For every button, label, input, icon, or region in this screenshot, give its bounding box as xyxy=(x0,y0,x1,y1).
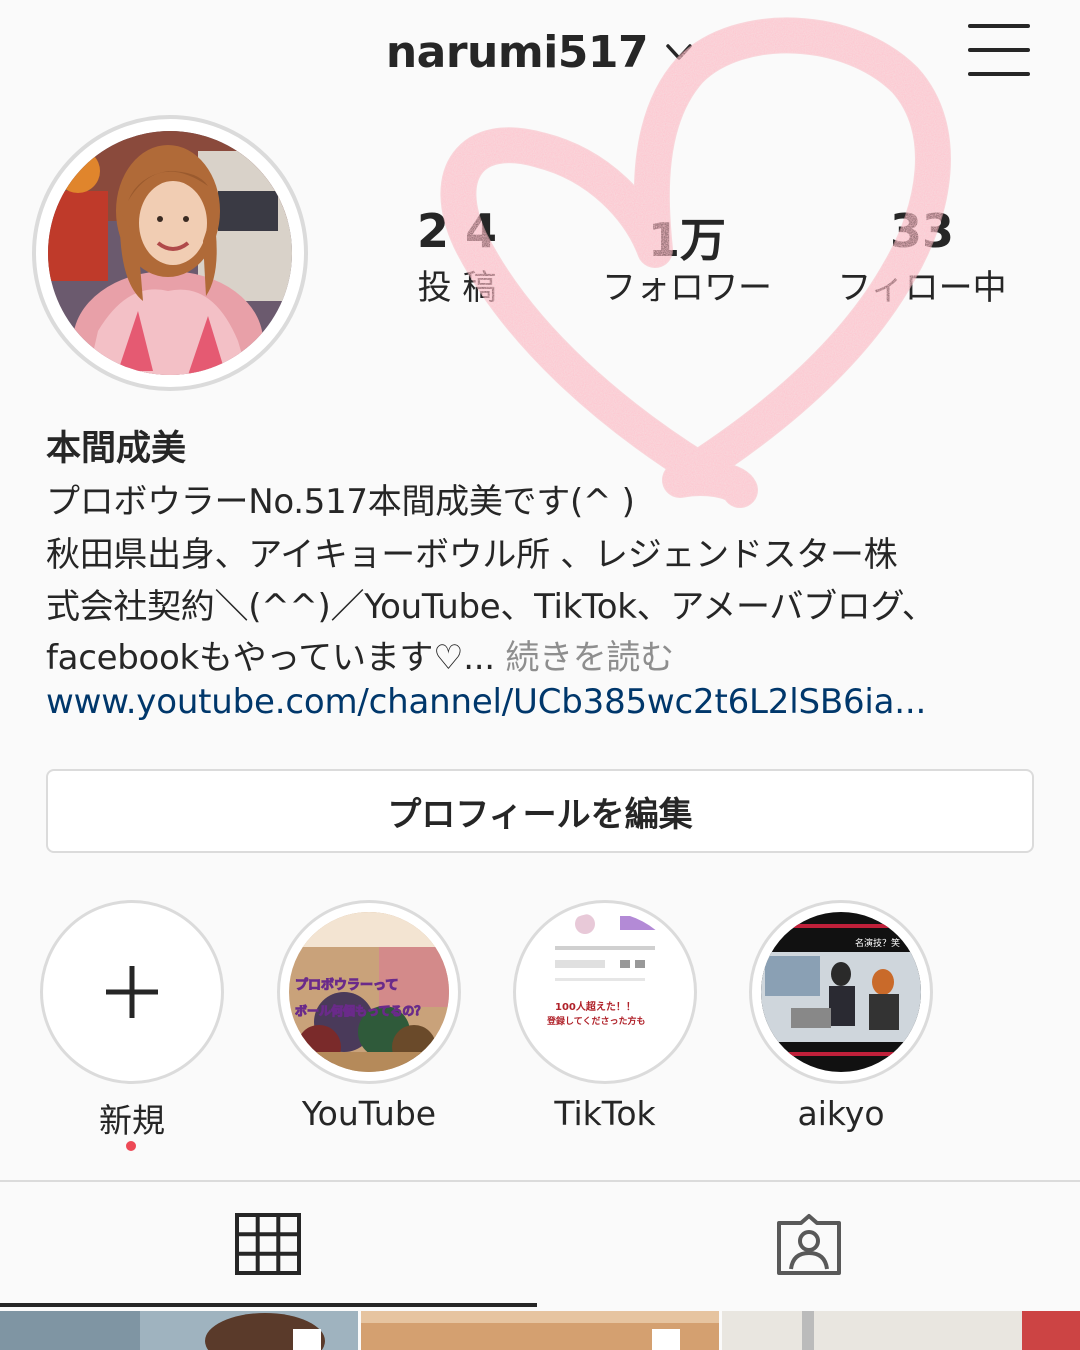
highlight-youtube[interactable]: プロボウラーって ボール何個もってるの？ xyxy=(277,900,461,1084)
highlight-aikyo-label: aikyo xyxy=(797,1094,885,1133)
tagged-person-icon xyxy=(777,1214,841,1275)
bio-line-3: 式会社契約＼(^^)／YouTube、TikTok、アメーバブログ、 xyxy=(46,587,936,627)
highlight-aikyo-caption: 名演技？笑 xyxy=(855,939,901,949)
read-more-link[interactable]: 続きを読む xyxy=(505,638,674,678)
highlight-tiktok-label: TikTok xyxy=(554,1094,656,1133)
highlight-youtube-thumb: プロボウラーって ボール何個もってるの？ xyxy=(289,912,449,1072)
profile-avatar[interactable] xyxy=(32,115,308,391)
new-indicator-dot xyxy=(126,1141,136,1151)
post-thumbnail-2[interactable] xyxy=(361,1311,719,1350)
highlight-aikyo-thumb: 名演技？笑 xyxy=(761,912,921,1072)
highlight-youtube-label: YouTube xyxy=(301,1094,437,1133)
profile-name: 本間成美 xyxy=(46,429,187,469)
bio-line-1: プロボウラーNo.517本間成美です(^ ) xyxy=(46,482,635,522)
highlight-tiktok[interactable]: 100人超えた！！ 登録してくださった方も xyxy=(513,900,697,1084)
posts-label: 投 稿 xyxy=(417,268,497,308)
post-thumbnail-1[interactable] xyxy=(0,1311,358,1350)
highlight-tiktok-thumb: 100人超えた！！ 登録してくださった方も xyxy=(525,912,685,1072)
avatar-photo xyxy=(48,131,292,375)
username-switcher[interactable]: narumi517 xyxy=(0,22,1080,82)
chevron-down-icon xyxy=(666,44,692,60)
active-tab-indicator xyxy=(0,1303,537,1307)
following-label: フィロー中 xyxy=(837,268,1007,308)
edit-profile-button[interactable]: プロフィールを編集 xyxy=(46,769,1034,853)
highlight-tiktok-caption-bottom: 登録してくださった方も xyxy=(547,1017,646,1027)
tab-tagged[interactable] xyxy=(540,1182,1080,1303)
bio-website-link[interactable]: www.youtube.com/channel/UCb385wc2t6L2lSB… xyxy=(46,682,926,722)
post-thumbnail-3[interactable] xyxy=(722,1311,1080,1350)
highlight-new[interactable] xyxy=(40,900,224,1084)
bio-line-4: facebookもやっています♡... 続きを読む xyxy=(46,630,674,679)
username: narumi517 xyxy=(385,26,649,78)
hamburger-menu-icon[interactable] xyxy=(968,24,1030,76)
plus-icon xyxy=(106,966,158,1018)
following-count[interactable]: 33 xyxy=(812,204,1032,258)
highlight-tiktok-caption-top: 100人超えた！！ xyxy=(555,1002,636,1013)
highlight-aikyo[interactable]: 名演技？笑 xyxy=(749,900,933,1084)
tab-grid[interactable] xyxy=(0,1182,537,1303)
highlight-new-label: 新規 xyxy=(99,1101,165,1140)
grid-icon xyxy=(235,1213,301,1275)
highlight-youtube-caption-bottom: ボール何個もってるの？ xyxy=(295,1004,427,1019)
posts-count[interactable]: 2 4 xyxy=(347,204,567,258)
bio-line-4-text: facebookもやっています♡... xyxy=(46,638,495,678)
highlight-youtube-caption-top: プロボウラーって xyxy=(295,978,399,994)
bio-line-2: 秋田県出身、アイキョーボウル所 、レジェンドスター株 xyxy=(46,535,898,575)
followers-label: フォロワー xyxy=(602,268,772,308)
